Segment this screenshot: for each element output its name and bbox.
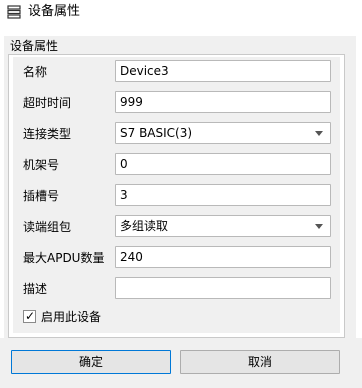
group-title: 设备属性 [10, 39, 59, 53]
rack-input[interactable] [115, 153, 331, 175]
connection-type-select[interactable]: S7 BASIC(3) [115, 122, 331, 144]
max-apdu-row: 最大APDU数量 [13, 246, 340, 270]
enable-device-label: 启用此设备 [41, 310, 102, 324]
cancel-button[interactable]: 取消 [180, 350, 340, 374]
group-box: 名称 超时时间 连接类型 S7 BASIC(3) 机架号 [8, 54, 345, 338]
rack-row: 机架号 [13, 153, 340, 177]
rack-label: 机架号 [23, 158, 60, 172]
dialog-footer: 确定 取消 [0, 338, 362, 388]
timeout-label: 超时时间 [23, 96, 72, 110]
timeout-input[interactable] [115, 91, 331, 113]
connection-type-label: 连接类型 [23, 127, 72, 141]
slot-label: 插槽号 [23, 189, 60, 203]
slot-row: 插槽号 [13, 184, 340, 208]
name-row: 名称 [13, 60, 340, 84]
read-grouping-row: 读端组包 多组读取 [13, 215, 340, 239]
timeout-row: 超时时间 [13, 91, 340, 115]
description-input[interactable] [115, 277, 331, 299]
chevron-down-icon [315, 224, 323, 229]
checkmark-icon: ✓ [25, 309, 36, 323]
description-label: 描述 [23, 282, 48, 296]
read-grouping-value: 多组读取 [120, 219, 169, 233]
name-label: 名称 [23, 65, 48, 79]
slot-input[interactable] [115, 184, 331, 206]
connection-type-row: 连接类型 S7 BASIC(3) [13, 122, 340, 146]
max-apdu-label: 最大APDU数量 [23, 251, 105, 265]
read-grouping-select[interactable]: 多组读取 [115, 215, 331, 237]
name-input[interactable] [115, 60, 331, 82]
read-grouping-label: 读端组包 [23, 220, 72, 234]
list-icon [7, 5, 21, 19]
ok-button[interactable]: 确定 [11, 350, 171, 374]
max-apdu-input[interactable] [115, 246, 331, 268]
chevron-down-icon [315, 131, 323, 136]
connection-type-value: S7 BASIC(3) [120, 126, 193, 140]
description-row: 描述 [13, 277, 340, 301]
title-bar[interactable]: 设备属性 [0, 0, 362, 26]
device-properties-dialog: 设备属性 设备属性 名称 超时时间 连接类型 S7 BASIC(3) [0, 0, 362, 388]
group-box-content: 名称 超时时间 连接类型 S7 BASIC(3) 机架号 [13, 57, 340, 333]
content-panel: 设备属性 名称 超时时间 连接类型 S7 BASIC(3) [4, 36, 356, 338]
window-title: 设备属性 [28, 4, 81, 19]
enable-device-checkbox[interactable]: ✓ [23, 309, 36, 323]
